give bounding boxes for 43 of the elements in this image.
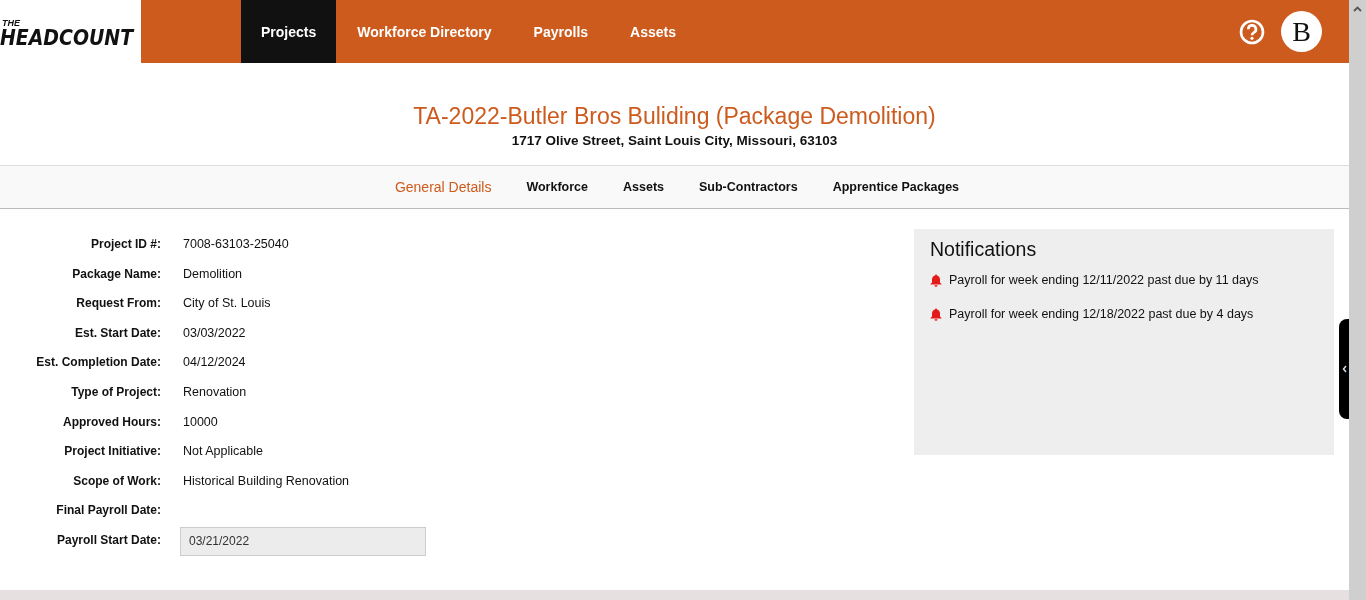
tab[interactable]: General Details — [394, 179, 492, 195]
drawer-toggle-icon[interactable] — [1339, 319, 1349, 419]
user-avatar[interactable]: B — [1281, 11, 1322, 52]
field-label: Project ID #: — [89, 236, 161, 251]
bell-icon — [930, 307, 942, 321]
field-value: City of St. Louis — [183, 295, 271, 311]
scroll-up-icon[interactable] — [1353, 6, 1362, 12]
field-value: Demolition — [183, 265, 243, 281]
tab[interactable]: Workforce — [526, 180, 588, 194]
field-value: Renovation — [183, 383, 247, 399]
project-title: TA-2022-Butler Bros Buliding (Package Demolition) — [413, 102, 936, 131]
notification-text[interactable]: Payroll for week ending 12/11/2022 past due by 11 days — [949, 273, 1259, 287]
field-value: 10000 — [183, 413, 218, 429]
date-field[interactable]: 03/21/2022 — [180, 526, 426, 556]
field-label: Scope of Work: — [72, 472, 161, 488]
field-value: 7008-63103-25040 — [183, 236, 289, 251]
field-label: Est. Completion Date: — [35, 354, 161, 370]
field-label: Payroll Start Date: — [55, 531, 161, 547]
field-value: Historical Building Renovation — [183, 472, 350, 488]
help-icon[interactable] — [1239, 18, 1265, 45]
field-label: Project Initiative: — [63, 443, 161, 459]
notifications-title: Notifications — [930, 238, 1038, 261]
tab[interactable]: Sub-Contractors — [699, 180, 798, 194]
field-label: Request From: — [75, 295, 161, 311]
logo[interactable]: THE HEADCOUNT — [0, 0, 141, 63]
nav-link[interactable]: Payrolls — [512, 0, 610, 63]
field-value: 03/03/2022 — [183, 324, 246, 340]
scrollbar[interactable] — [1349, 0, 1366, 600]
field-label: Final Payroll Date: — [55, 502, 161, 518]
nav-link[interactable]: Workforce Directory — [336, 0, 513, 63]
project-address: 1717 Olive Street, Saint Louis City, Missouri, 63103 — [511, 133, 838, 148]
tab[interactable]: Apprentice Packages — [832, 180, 960, 194]
bell-icon — [930, 273, 942, 287]
field-label: Package Name: — [71, 265, 161, 281]
nav-link[interactable]: Projects — [241, 0, 337, 63]
notification-text[interactable]: Payroll for week ending 12/18/2022 past due by 4 days — [949, 307, 1254, 321]
field-label: Approved Hours: — [62, 413, 161, 429]
field-label: Type of Project: — [70, 383, 161, 399]
nav-link[interactable]: Assets — [609, 0, 697, 63]
tab[interactable]: Assets — [623, 180, 664, 194]
field-value: Not Applicable — [183, 443, 263, 459]
field-label: Est. Start Date: — [73, 324, 161, 340]
field-value: 04/12/2024 — [183, 354, 246, 370]
